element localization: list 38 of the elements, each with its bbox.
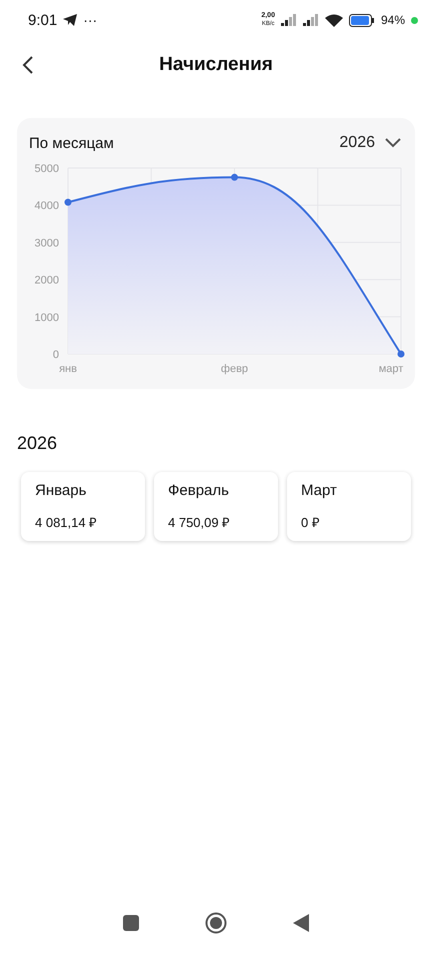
month-name: Март <box>301 482 338 499</box>
year-dropdown[interactable]: 2026 <box>339 134 401 152</box>
y-tick-label: 3000 <box>34 237 59 250</box>
month-card[interactable]: Март 0 ₽ <box>287 472 411 541</box>
chart-title: По месяцам <box>29 134 114 152</box>
section-title: 2026 <box>17 433 58 454</box>
month-card[interactable]: Февраль 4 750,09 ₽ <box>154 472 278 541</box>
data-point <box>398 350 404 358</box>
signal-icon <box>280 14 297 26</box>
y-tick-label: 2000 <box>34 274 59 287</box>
data-point <box>64 198 72 206</box>
month-name: Январь <box>35 482 88 499</box>
month-amount: 4 750,09 ₽ <box>168 514 232 531</box>
month-name: Февраль <box>168 482 230 499</box>
signal-icon <box>302 14 319 26</box>
month-card[interactable]: Январь 4 081,14 ₽ <box>21 472 145 541</box>
y-tick-label: 0 <box>52 349 59 361</box>
month-amount: 0 ₽ <box>301 514 321 531</box>
status-time: 9:01 <box>28 12 58 28</box>
more-indicator: ··· <box>83 12 98 28</box>
x-tick-label: март <box>378 363 404 375</box>
battery-icon <box>348 14 375 26</box>
y-tick-label: 5000 <box>34 163 59 175</box>
chevron-down-icon <box>385 138 401 148</box>
charging-dot-icon <box>411 16 418 24</box>
page-title: Начисления <box>159 54 273 76</box>
home-icon[interactable] <box>205 912 227 934</box>
month-amount: 4 081,14 ₽ <box>35 514 98 531</box>
recents-icon[interactable] <box>123 915 139 931</box>
battery-percent: 94% <box>380 13 405 27</box>
data-point <box>231 174 238 181</box>
x-tick-label: янв <box>59 363 77 375</box>
x-tick-label: февр <box>220 363 248 375</box>
wifi-icon <box>324 14 343 26</box>
back-chevron-icon <box>22 56 34 74</box>
back-nav-icon[interactable] <box>293 914 309 932</box>
y-tick-label: 4000 <box>34 200 59 212</box>
y-tick-label: 1000 <box>34 312 59 324</box>
